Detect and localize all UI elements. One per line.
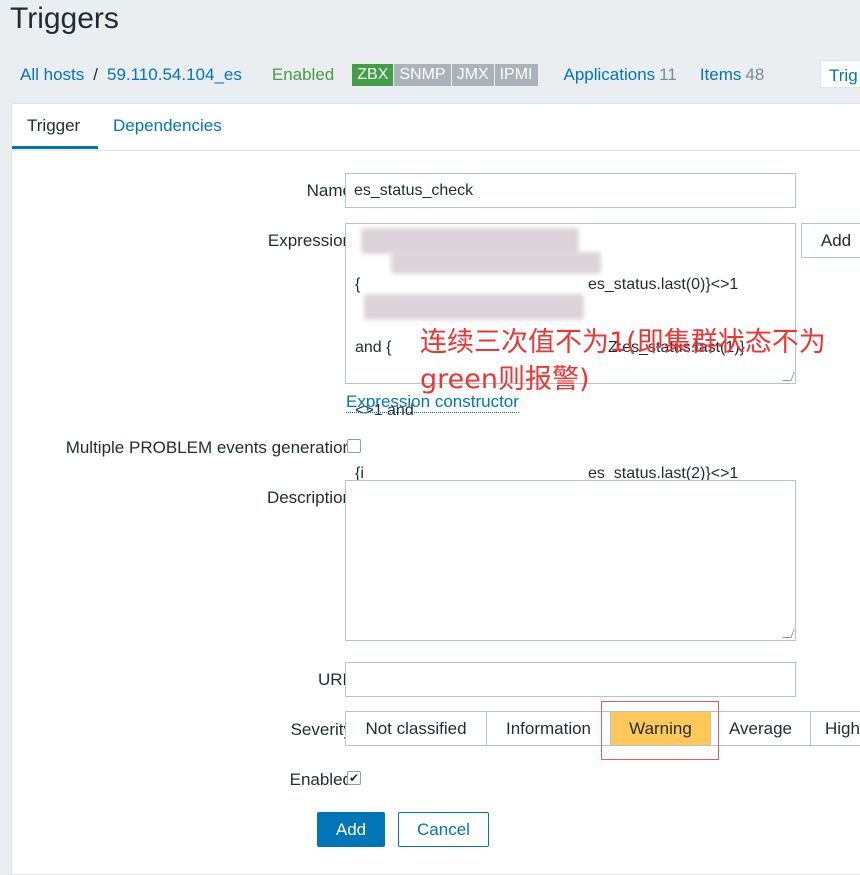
- form-tabs: Trigger Dependencies: [12, 104, 860, 151]
- redacted-host-2: [391, 252, 601, 274]
- annotation-highlight-box: [601, 701, 719, 760]
- severity-not-classified[interactable]: Not classified: [345, 711, 486, 746]
- triggers-tab[interactable]: Trig: [820, 60, 860, 88]
- enabled-checkbox[interactable]: ✔: [347, 771, 361, 785]
- severity-label: Severity: [290, 720, 352, 739]
- name-input[interactable]: [345, 173, 796, 208]
- expression-line-1a: {: [355, 276, 361, 293]
- applications-count: 11: [659, 65, 677, 84]
- resize-handle-icon[interactable]: [782, 629, 795, 638]
- add-button[interactable]: Add: [317, 812, 385, 847]
- items-count: 48: [745, 65, 765, 84]
- ipmi-badge: IPMI: [494, 64, 538, 86]
- breadcrumb-separator: /: [93, 65, 98, 84]
- expression-label: Expression: [267, 231, 352, 250]
- expression-line-2a: and {: [355, 339, 392, 356]
- availability-badges: ZBX SNMP JMX IPMI: [352, 64, 538, 86]
- enabled-label: Enabled: [289, 770, 352, 789]
- snmp-badge: SNMP: [394, 64, 451, 86]
- active-tab-indicator: [12, 146, 98, 149]
- multiple-events-checkbox[interactable]: [347, 439, 361, 453]
- redacted-host-3: [364, 294, 584, 320]
- page-title: Triggers: [10, 2, 119, 35]
- redacted-host-1: [361, 228, 579, 254]
- items-link[interactable]: Items: [700, 65, 742, 85]
- breadcrumb: All hosts / 59.110.54.104_es Enabled ZBX…: [20, 60, 764, 90]
- url-input[interactable]: [345, 662, 796, 697]
- expression-line-1b: es_status.last(0)}<>1: [588, 276, 739, 293]
- checkmark-icon: ✔: [348, 771, 360, 785]
- tab-trigger[interactable]: Trigger: [27, 116, 80, 136]
- trigger-form-panel: Trigger Dependencies Name Expression {es…: [11, 103, 860, 875]
- zbx-badge: ZBX: [352, 64, 394, 86]
- severity-average[interactable]: Average: [710, 711, 810, 746]
- annotation-note: 连续三次值不为1(即集群状态不为green则报警): [420, 327, 826, 395]
- severity-information[interactable]: Information: [486, 711, 610, 746]
- host-link[interactable]: 59.110.54.104_es: [107, 65, 242, 85]
- multiple-events-label: Multiple PROBLEM events generation: [65, 438, 352, 457]
- cancel-button[interactable]: Cancel: [398, 812, 489, 847]
- tab-dependencies[interactable]: Dependencies: [113, 116, 222, 136]
- description-textarea[interactable]: [345, 480, 796, 641]
- host-status[interactable]: Enabled: [272, 65, 334, 85]
- description-label: Description: [266, 488, 352, 507]
- applications-link[interactable]: Applications: [564, 65, 656, 85]
- all-hosts-link[interactable]: All hosts: [20, 65, 84, 85]
- severity-high[interactable]: High: [810, 711, 860, 746]
- expression-add-button[interactable]: Add: [801, 223, 860, 258]
- jmx-badge: JMX: [451, 64, 494, 86]
